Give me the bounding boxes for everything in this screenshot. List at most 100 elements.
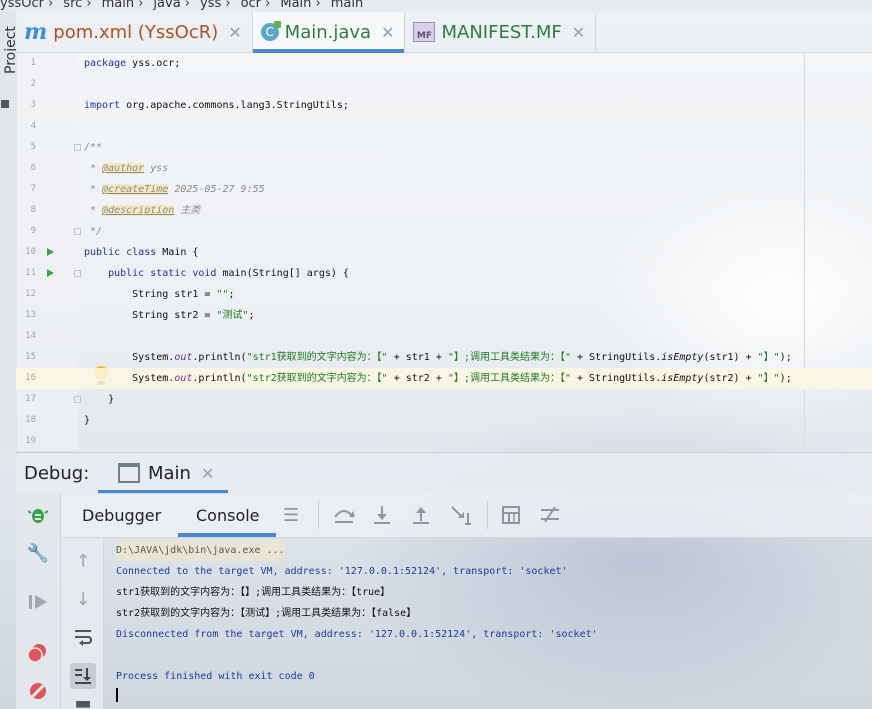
breadcrumb-item[interactable]: main › [102,0,144,11]
line-number[interactable]: 11 [16,263,36,284]
code-line[interactable]: 8 * @description 主类 [16,200,872,221]
code-line[interactable]: 5 /** [16,137,872,158]
code-text: /** [84,142,103,153]
tab-label: Main.java [284,21,372,43]
code-text: System.out.println("str1获取到的文字内容为：【" + s… [84,352,792,363]
line-number[interactable]: 19 [16,431,36,452]
line-number[interactable]: 12 [16,284,36,305]
maven-icon: m [24,19,48,45]
line-number[interactable]: 15 [16,347,36,368]
breadcrumb-item[interactable]: main [331,0,363,11]
tab-main-java[interactable]: C Main.java ✕ [252,12,406,53]
toolbar-divider [487,501,488,529]
line-number[interactable]: 9 [16,221,36,242]
scroll-up-icon[interactable]: ↑ [70,548,96,574]
scroll-down-icon[interactable]: ↓ [70,586,96,612]
fold-marker-icon[interactable] [74,396,81,403]
breadcrumb-item[interactable]: yssOcr › [0,0,53,11]
fold-marker-icon[interactable] [74,270,81,277]
line-number[interactable]: 3 [16,95,36,116]
code-text: */ [84,226,103,237]
line-number[interactable]: 17 [16,389,36,410]
line-number[interactable]: 7 [16,179,36,200]
code-text: } [84,415,91,426]
line-number[interactable]: 16 [16,368,36,389]
line-number[interactable]: 2 [16,74,36,95]
close-icon[interactable]: ✕ [201,464,214,483]
code-line[interactable]: 6 * @author yss [16,158,872,179]
run-gutter-icon[interactable] [47,269,54,277]
console-line: str1获取到的文字内容为：【】;调用工具类结果为：【true】 [116,587,391,598]
code-line[interactable]: 9 */ [16,221,872,242]
code-line[interactable]: 18} [16,410,872,431]
code-line[interactable]: 14 [16,326,872,347]
fold-marker-icon[interactable] [74,144,81,151]
breadcrumb-item[interactable]: Main › [280,0,320,11]
run-gutter-icon[interactable] [47,248,54,256]
code-line[interactable]: 12 String str1 = ""; [16,284,872,305]
code-editor[interactable]: 1 package yss.ocr; 2 3 import org.apache.com… [16,53,872,451]
line-number[interactable]: 6 [16,158,36,179]
scroll-to-end-icon[interactable] [70,663,96,689]
soft-wrap-icon[interactable] [70,624,96,650]
step-into-icon[interactable] [372,505,392,530]
code-line[interactable]: 10 public class Main { [16,242,872,263]
code-line[interactable]: 3 import org.apache.commons.lang3.StringU… [16,95,872,116]
manifest-icon: MF [413,22,436,42]
code-line[interactable]: 7 * @createTime 2025-05-27 9:55 [16,179,872,200]
breadcrumb-item[interactable]: ocr › [241,0,271,11]
code-line[interactable]: 13 String str2 = "测试"; [16,305,872,326]
breadcrumb-item[interactable]: java › [153,0,190,11]
debug-title: Debug: [24,463,90,484]
close-icon[interactable]: ✕ [381,23,394,42]
close-icon[interactable]: ✕ [228,23,241,42]
code-line[interactable]: 4 [16,116,872,137]
line-number[interactable]: 18 [16,410,36,431]
close-icon[interactable]: ✕ [572,23,585,42]
console-line: Process finished with exit code 0 [116,671,315,682]
bug-icon[interactable] [26,503,50,527]
tab-pom-xml[interactable]: m pom.xml (YssOcR) ✕ [16,12,253,52]
code-text: * @description 主类 [84,205,201,216]
tab-manifest[interactable]: MF MANIFEST.MF ✕ [405,12,597,52]
console-line: str2获取到的文字内容为：【测试】;调用工具类结果为：【false】 [116,608,417,619]
evaluate-expression-icon[interactable] [501,505,521,530]
breadcrumb-item[interactable]: src › [63,0,91,11]
line-number[interactable]: 10 [16,242,36,263]
project-tool-strip[interactable]: Project [0,12,19,452]
debug-session-tab[interactable]: Main ✕ [98,453,228,494]
debug-subtabs: Debugger Console ☰ [61,493,872,538]
breadcrumb-item[interactable]: yss › [200,0,231,11]
hamburger-icon[interactable]: ☰ [283,505,299,526]
fold-marker-icon[interactable] [74,228,81,235]
wrench-icon[interactable]: 🔧 [26,541,50,565]
code-line[interactable]: 1 package yss.ocr; [16,53,872,74]
line-number[interactable]: 5 [16,137,36,158]
line-number[interactable]: 4 [16,116,36,137]
tab-console[interactable]: Console [178,506,275,537]
trace-stream-icon[interactable] [539,505,561,530]
code-line[interactable]: 11 public static void main(String[] args… [16,263,872,284]
code-line[interactable]: 17 } [16,389,872,410]
view-breakpoints-icon[interactable] [26,641,50,665]
code-text: import org.apache.commons.lang3.StringUt… [84,100,349,111]
tab-debugger[interactable]: Debugger [82,506,161,525]
mute-breakpoints-icon[interactable] [26,679,50,703]
step-over-icon[interactable] [333,505,355,530]
console-output[interactable]: D:\JAVA\jdk\bin\java.exe ... Connected to… [104,538,872,709]
code-line[interactable]: 2 [16,74,872,95]
line-number[interactable]: 13 [16,305,36,326]
resume-icon[interactable] [26,590,50,614]
code-text: String str2 = "测试"; [84,310,255,321]
line-number[interactable]: 8 [16,200,36,221]
code-line[interactable]: 16 System.out.println("str2获取到的文字内容为：【" … [16,368,872,389]
line-number[interactable]: 1 [16,53,36,74]
line-number[interactable]: 14 [16,326,36,347]
console-line: Disconnected from the target VM, address… [116,629,598,640]
console-window-icon [118,463,140,483]
code-line[interactable]: 19 [16,431,872,452]
run-to-cursor-icon[interactable] [450,505,472,530]
code-line[interactable]: 15 System.out.println("str1获取到的文字内容为：【" … [16,347,872,368]
step-out-icon[interactable] [411,505,431,530]
print-icon[interactable]: ▬ [70,698,96,708]
